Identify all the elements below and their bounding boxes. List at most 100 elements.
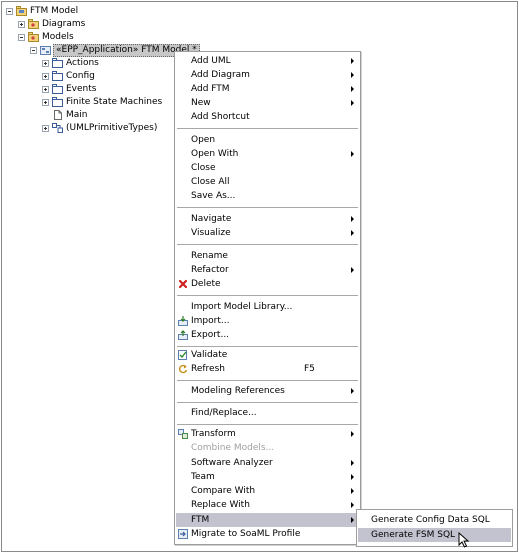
- import-icon: [178, 316, 188, 326]
- tree-label-models: Models: [42, 32, 74, 42]
- menu-item-open-with[interactable]: Open With: [176, 147, 359, 161]
- submenu-arrow-icon: [351, 216, 354, 222]
- menu-item-validate[interactable]: Validate: [176, 348, 359, 362]
- export-icon: [178, 330, 188, 340]
- context-menu: Add UML Add Diagram Add FTM New Add Shor…: [174, 51, 361, 545]
- tree-item-models[interactable]: Models: [18, 31, 138, 44]
- menu-item-team[interactable]: Team: [176, 470, 359, 484]
- refresh-shortcut: F5: [304, 364, 315, 374]
- menu-separator: [177, 207, 358, 208]
- expand-icon[interactable]: [42, 99, 49, 106]
- menu-item-delete[interactable]: Delete: [176, 277, 359, 291]
- submenu-arrow-icon: [351, 86, 354, 92]
- expand-icon[interactable]: [18, 21, 25, 28]
- submenu-arrow-icon: [351, 474, 354, 480]
- menu-item-import[interactable]: Import...: [176, 314, 359, 328]
- menu-item-import-model-library[interactable]: Import Model Library...: [176, 300, 359, 314]
- refresh-icon: [178, 364, 188, 374]
- migrate-icon: [178, 529, 188, 539]
- submenu-arrow-icon: [351, 431, 354, 437]
- package-icon: [52, 58, 63, 68]
- menu-item-ftm[interactable]: FTM: [176, 513, 359, 527]
- menu-item-add-diagram[interactable]: Add Diagram: [176, 68, 359, 82]
- menu-item-rename[interactable]: Rename: [176, 249, 359, 263]
- submenu-arrow-icon: [351, 502, 354, 508]
- tree-label-actions: Actions: [66, 58, 99, 68]
- submenu-arrow-icon: [351, 267, 354, 273]
- tree-item-selected-model[interactable]: «EPP_Application» FTM Model *: [30, 44, 200, 57]
- tree-label-finite-state-machines: Finite State Machines: [66, 97, 163, 107]
- submenu-arrow-icon: [351, 388, 354, 394]
- package-icon: [52, 84, 63, 94]
- tree-item-diagrams[interactable]: Diagrams: [18, 18, 138, 31]
- menu-item-migrate-to-soaml[interactable]: Migrate to SoaML Profile: [176, 527, 359, 541]
- menu-item-navigate[interactable]: Navigate: [176, 212, 359, 226]
- package-icon: [52, 71, 63, 81]
- tree-label-root: FTM Model: [30, 6, 79, 16]
- tree-label-main: Main: [66, 110, 88, 120]
- menu-separator: [177, 346, 358, 347]
- menu-item-replace-with[interactable]: Replace With: [176, 498, 359, 512]
- submenu-arrow-icon: [351, 488, 354, 494]
- library-icon: [52, 123, 63, 133]
- expand-icon[interactable]: [42, 86, 49, 93]
- expand-icon[interactable]: [42, 73, 49, 80]
- submenu-arrow-icon: [351, 151, 354, 157]
- menu-item-add-shortcut[interactable]: Add Shortcut: [176, 110, 359, 124]
- models-folder-icon: [28, 32, 39, 42]
- tree-item-config[interactable]: Config: [42, 70, 142, 83]
- menu-item-add-uml[interactable]: Add UML: [176, 54, 359, 68]
- tree-label-uml-primitive-types: (UMLPrimitiveTypes): [66, 123, 158, 133]
- mouse-pointer-icon: [458, 532, 470, 548]
- collapse-icon[interactable]: [6, 8, 13, 15]
- tree-item-events[interactable]: Events: [42, 83, 142, 96]
- menu-item-add-ftm[interactable]: Add FTM: [176, 82, 359, 96]
- transform-icon: [178, 429, 188, 439]
- menu-item-close[interactable]: Close: [176, 161, 359, 175]
- validate-icon: [178, 350, 187, 360]
- tree-label-config: Config: [66, 71, 95, 81]
- project-folder-icon: [16, 6, 27, 16]
- expand-icon[interactable]: [42, 125, 49, 132]
- ftm-submenu: Generate Config Data SQL Generate FSM SQ…: [356, 509, 513, 547]
- submenu-arrow-icon: [351, 460, 354, 466]
- diagrams-folder-icon: [28, 19, 39, 29]
- menu-separator: [177, 295, 358, 296]
- collapse-icon[interactable]: [30, 47, 37, 54]
- menu-item-open[interactable]: Open: [176, 133, 359, 147]
- submenu-item-generate-fsm-sql[interactable]: Generate FSM SQL: [358, 528, 511, 542]
- menu-item-modeling-references[interactable]: Modeling References: [176, 384, 359, 398]
- menu-item-find-replace[interactable]: Find/Replace...: [176, 406, 359, 420]
- menu-separator: [177, 244, 358, 245]
- menu-separator: [177, 380, 358, 381]
- tree-item-ftm-model[interactable]: FTM Model: [6, 5, 126, 18]
- diagram-file-icon: [54, 110, 62, 120]
- tree-item-uml-primitive-types[interactable]: (UMLPrimitiveTypes): [42, 122, 182, 135]
- menu-item-refresh[interactable]: Refresh F5: [176, 362, 359, 376]
- menu-item-compare-with[interactable]: Compare With: [176, 484, 359, 498]
- menu-separator: [177, 128, 358, 129]
- menu-item-software-analyzer[interactable]: Software Analyzer: [176, 456, 359, 470]
- model-icon: [40, 46, 51, 55]
- menu-item-refactor[interactable]: Refactor: [176, 263, 359, 277]
- menu-item-new[interactable]: New: [176, 96, 359, 110]
- tree-item-finite-state-machines[interactable]: Finite State Machines: [42, 96, 182, 109]
- menu-item-combine-models: Combine Models...: [191, 443, 275, 453]
- tree-item-actions[interactable]: Actions: [42, 57, 142, 70]
- tree-item-main[interactable]: Main: [42, 109, 142, 122]
- expand-icon[interactable]: [42, 60, 49, 67]
- menu-item-transform[interactable]: Transform: [176, 427, 359, 441]
- package-icon: [52, 97, 63, 107]
- collapse-icon[interactable]: [18, 34, 25, 41]
- delete-icon: [178, 279, 188, 289]
- menu-item-export[interactable]: Export...: [176, 328, 359, 342]
- submenu-item-generate-config-data-sql[interactable]: Generate Config Data SQL: [358, 513, 511, 527]
- submenu-arrow-icon: [351, 517, 354, 523]
- submenu-arrow-icon: [351, 72, 354, 78]
- menu-item-visualize[interactable]: Visualize: [176, 226, 359, 240]
- submenu-arrow-icon: [351, 58, 354, 64]
- submenu-arrow-icon: [351, 100, 354, 106]
- menu-separator: [177, 424, 358, 425]
- menu-item-save-as[interactable]: Save As...: [176, 189, 359, 203]
- menu-item-close-all[interactable]: Close All: [176, 175, 359, 189]
